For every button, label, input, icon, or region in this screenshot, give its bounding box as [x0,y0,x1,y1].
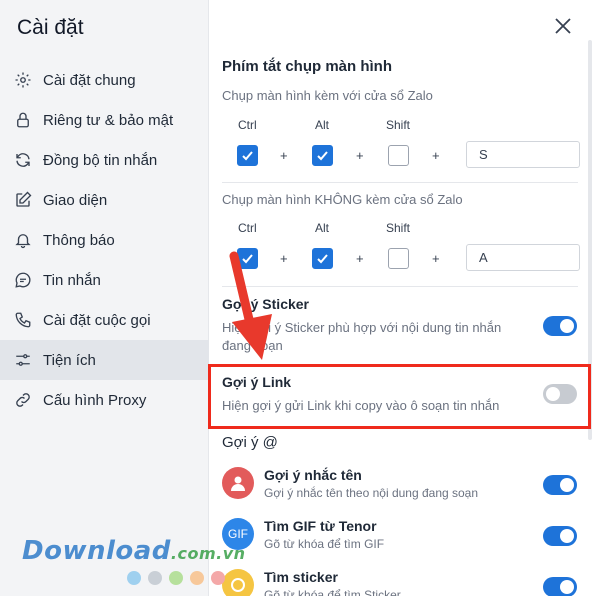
shortcut-key-input[interactable]: S [466,141,580,168]
proxy-icon [14,391,32,409]
watermark-dot [127,571,141,585]
sidebar-item-label: Cài đặt chung [43,71,136,89]
sidebar-item-messages[interactable]: Tin nhắn [0,260,209,300]
sidebar-item-notifications[interactable]: Thông báo [0,220,209,260]
screenshot-shortcut-title: Phím tắt chụp màn hình [222,58,393,75]
sidebar-item-label: Tiện ích [43,351,96,369]
user-avatar-icon [222,467,254,499]
plus-sign: + [280,148,288,163]
plus-sign: + [432,148,440,163]
sticker-search-desc: Gõ từ khóa để tìm Sticker [264,588,401,596]
shift-checkbox[interactable] [388,248,409,269]
sidebar-nav: Cài đặt chung Riêng tư & bảo mật Đồng bộ… [0,60,209,420]
alt-key-label: Alt [315,118,330,132]
gif-tenor-desc: Gõ từ khóa để tìm GIF [264,537,385,551]
shortcut-key-input[interactable]: A [466,244,580,271]
without-window-label: Chụp màn hình KHÔNG kèm cửa sổ Zalo [222,192,463,207]
shift-key-label: Shift [386,221,411,235]
sidebar-item-appearance[interactable]: Giao diện [0,180,209,220]
message-icon [14,271,32,289]
watermark-dot [211,571,225,585]
watermark-dot [169,571,183,585]
sidebar-item-label: Thông báo [43,231,115,249]
shift-checkbox[interactable] [388,145,409,166]
watermark-text: Download [22,536,171,566]
sticker-search-title: Tìm sticker [264,569,338,585]
ctrl-key-label: Ctrl [238,118,257,132]
sidebar-item-label: Cấu hình Proxy [43,391,147,409]
divider [222,182,578,183]
red-arrow-icon [229,251,272,360]
mention-name-desc: Gợi ý nhắc tên theo nội dung đang soạn [264,486,479,500]
edit-icon [14,191,32,209]
watermark-domain: .com.vn [170,544,246,563]
watermark-dot [190,571,204,585]
mention-name-title: Gợi ý nhắc tên [264,467,362,483]
settings-sidebar: Cài đặt Cài đặt chung Riêng tư & bảo mật… [0,0,209,596]
sidebar-item-label: Tin nhắn [43,271,101,289]
gif-tenor-title: Tìm GIF từ Tenor [264,518,377,534]
watermark-dot [148,571,162,585]
highlight-box [208,364,591,429]
watermark-dots [127,571,225,585]
sync-icon [14,151,32,169]
ctrl-key-label: Ctrl [238,221,257,235]
sliders-icon [14,351,32,369]
gif-tenor-toggle[interactable] [543,526,577,546]
sticker-search-toggle[interactable] [543,577,577,596]
sidebar-title: Cài đặt [17,16,84,39]
sidebar-item-general[interactable]: Cài đặt chung [0,60,209,100]
plus-sign: + [356,148,364,163]
phone-icon [14,311,32,329]
sidebar-item-sync[interactable]: Đồng bộ tin nhắn [0,140,209,180]
alt-checkbox[interactable] [312,248,333,269]
mention-name-toggle[interactable] [543,475,577,495]
sidebar-item-proxy[interactable]: Cấu hình Proxy [0,380,209,420]
sidebar-item-label: Giao diện [43,191,108,209]
mention-suggest-title: Gợi ý @ [222,434,278,451]
shift-key-label: Shift [386,118,411,132]
plus-sign: + [356,251,364,266]
sidebar-item-utilities[interactable]: Tiện ích [0,340,209,380]
close-icon[interactable] [552,15,574,37]
plus-sign: + [432,251,440,266]
sidebar-item-label: Đồng bộ tin nhắn [43,151,158,169]
gear-icon [14,71,32,89]
sticker-suggest-toggle[interactable] [543,316,577,336]
sidebar-item-privacy[interactable]: Riêng tư & bảo mật [0,100,209,140]
lock-icon [14,111,32,129]
with-window-label: Chụp màn hình kèm với cửa sổ Zalo [222,88,433,103]
download-watermark: Download.com.vn [22,536,246,566]
alt-checkbox[interactable] [312,145,333,166]
sidebar-item-label: Cài đặt cuộc gọi [43,311,151,329]
ctrl-checkbox[interactable] [237,145,258,166]
bell-icon [14,231,32,249]
sticker-search-icon [222,569,254,596]
sidebar-item-calls[interactable]: Cài đặt cuộc gọi [0,300,209,340]
sidebar-item-label: Riêng tư & bảo mật [43,111,174,129]
alt-key-label: Alt [315,221,330,235]
